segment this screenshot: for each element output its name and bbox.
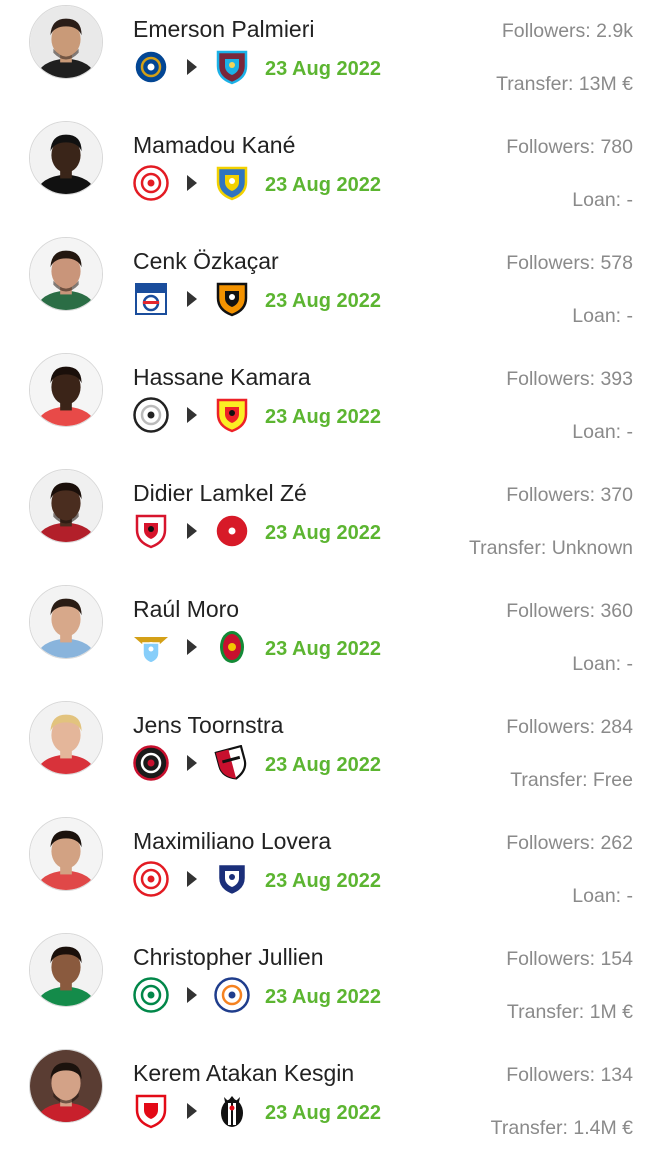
to-club-crest-icon[interactable] [214,1093,250,1129]
from-club-crest-icon[interactable] [133,49,169,85]
transfer-date: 23 Aug 2022 [265,174,381,196]
transfer-date: 23 Aug 2022 [265,1102,381,1124]
transfer-date: 23 Aug 2022 [265,870,381,892]
to-club-crest-icon[interactable] [214,165,250,201]
arrow-right-icon [187,59,197,75]
to-club-crest-icon[interactable] [214,745,250,781]
transfer-row[interactable]: Maximiliano Lovera Followers: 262 23 Aug… [0,812,662,928]
from-club-crest-icon[interactable] [133,513,169,549]
player-name[interactable]: Hassane Kamara [133,364,311,391]
transfer-row[interactable]: Christopher Jullien Followers: 154 23 Au… [0,928,662,1044]
transfer-date: 23 Aug 2022 [265,58,381,80]
player-name[interactable]: Kerem Atakan Kesgin [133,1060,354,1087]
arrow-right-icon [187,523,197,539]
from-club-crest-icon[interactable] [133,861,169,897]
player-avatar[interactable] [29,701,103,775]
followers-count: Followers: 578 [506,252,633,274]
transfer-fee: Transfer: 1M € [506,1001,633,1023]
arrow-right-icon [187,291,197,307]
to-club-crest-icon[interactable] [214,513,250,549]
arrow-right-icon [187,755,197,771]
player-avatar[interactable] [29,5,103,79]
followers-count: Followers: 154 [506,948,633,970]
player-avatar[interactable] [29,817,103,891]
arrow-right-icon [187,407,197,423]
transfer-date: 23 Aug 2022 [265,290,381,312]
player-name[interactable]: Cenk Özkaçar [133,248,279,275]
followers-count: Followers: 2.9k [501,20,633,42]
player-name[interactable]: Emerson Palmieri [133,16,315,43]
transfer-fee: Loan: - [572,189,633,211]
arrow-right-icon [187,1103,197,1119]
player-name[interactable]: Christopher Jullien [133,944,323,971]
transfer-fee: Loan: - [572,305,633,327]
followers-count: Followers: 780 [506,136,633,158]
transfer-fee: Loan: - [572,421,633,443]
transfer-row[interactable]: Mamadou Kané Followers: 780 23 Aug 2022 … [0,116,662,232]
followers-count: Followers: 284 [506,716,633,738]
followers-count: Followers: 134 [506,1064,633,1086]
player-name[interactable]: Jens Toornstra [133,712,283,739]
arrow-right-icon [187,987,197,1003]
transfer-row[interactable]: Kerem Atakan Kesgin Followers: 134 23 Au… [0,1044,662,1160]
arrow-right-icon [187,639,197,655]
player-avatar[interactable] [29,933,103,1007]
player-avatar[interactable] [29,585,103,659]
transfer-fee: Transfer: Unknown [468,537,633,559]
from-club-crest-icon[interactable] [133,629,169,665]
to-club-crest-icon[interactable] [214,629,250,665]
followers-count: Followers: 262 [506,832,633,854]
from-club-crest-icon[interactable] [133,1093,169,1129]
player-avatar[interactable] [29,121,103,195]
player-avatar[interactable] [29,1049,103,1123]
from-club-crest-icon[interactable] [133,397,169,433]
transfer-date: 23 Aug 2022 [265,638,381,660]
transfer-fee: Loan: - [572,653,633,675]
transfer-fee: Transfer: Free [510,769,633,791]
transfer-date: 23 Aug 2022 [265,754,381,776]
player-avatar[interactable] [29,353,103,427]
transfer-list: Emerson Palmieri Followers: 2.9k 23 Aug … [0,0,662,1150]
transfer-row[interactable]: Jens Toornstra Followers: 284 23 Aug 202… [0,696,662,812]
followers-count: Followers: 370 [506,484,633,506]
transfer-fee: Transfer: 13M € [496,73,633,95]
from-club-crest-icon[interactable] [133,977,169,1013]
transfer-row[interactable]: Emerson Palmieri Followers: 2.9k 23 Aug … [0,0,662,116]
transfer-date: 23 Aug 2022 [265,522,381,544]
transfer-date: 23 Aug 2022 [265,406,381,428]
followers-count: Followers: 360 [506,600,633,622]
from-club-crest-icon[interactable] [133,281,169,317]
player-avatar[interactable] [29,469,103,543]
transfer-row[interactable]: Raúl Moro Followers: 360 23 Aug 2022 Loa… [0,580,662,696]
to-club-crest-icon[interactable] [214,49,250,85]
transfer-fee: Transfer: 1.4M € [490,1117,633,1139]
to-club-crest-icon[interactable] [214,977,250,1013]
from-club-crest-icon[interactable] [133,165,169,201]
from-club-crest-icon[interactable] [133,745,169,781]
player-name[interactable]: Maximiliano Lovera [133,828,331,855]
player-name[interactable]: Mamadou Kané [133,132,295,159]
player-name[interactable]: Didier Lamkel Zé [133,480,307,507]
followers-count: Followers: 393 [506,368,633,390]
player-avatar[interactable] [29,237,103,311]
arrow-right-icon [187,175,197,191]
to-club-crest-icon[interactable] [214,397,250,433]
transfer-row[interactable]: Hassane Kamara Followers: 393 23 Aug 202… [0,348,662,464]
arrow-right-icon [187,871,197,887]
to-club-crest-icon[interactable] [214,861,250,897]
to-club-crest-icon[interactable] [214,281,250,317]
player-name[interactable]: Raúl Moro [133,596,239,623]
transfer-date: 23 Aug 2022 [265,986,381,1008]
transfer-row[interactable]: Cenk Özkaçar Followers: 578 23 Aug 2022 … [0,232,662,348]
transfer-fee: Loan: - [572,885,633,907]
transfer-row[interactable]: Didier Lamkel Zé Followers: 370 23 Aug 2… [0,464,662,580]
